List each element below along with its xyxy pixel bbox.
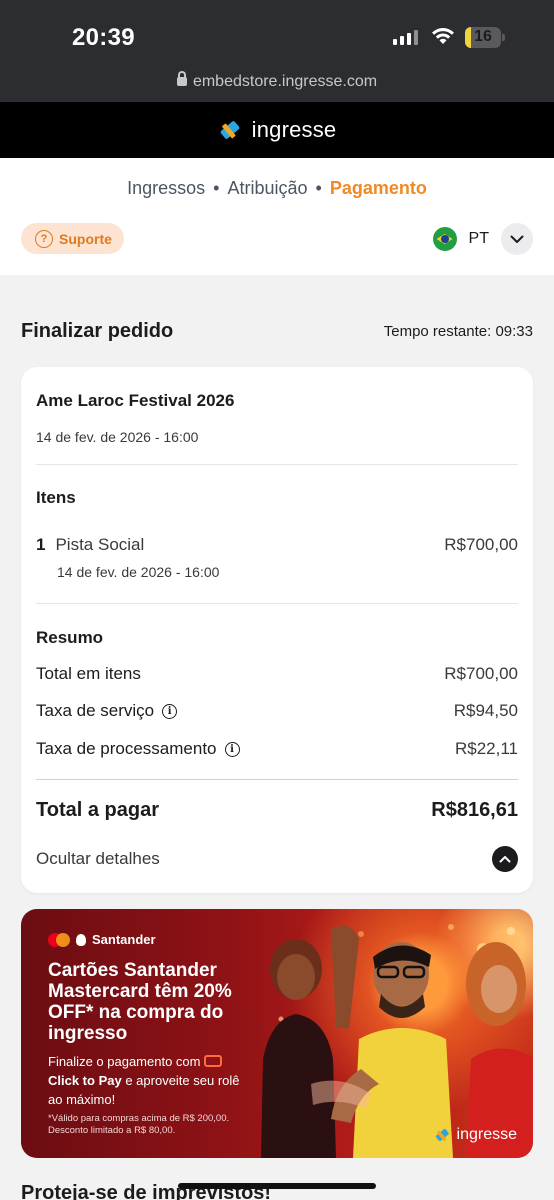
promo-body: Finalize o pagamento com Click to Pay e … bbox=[48, 1052, 248, 1109]
lock-icon bbox=[176, 71, 187, 86]
processing-fee-label: Taxa de processamento bbox=[36, 739, 217, 758]
step-atribuicao[interactable]: Atribuição bbox=[227, 178, 307, 198]
santander-brand: Santander bbox=[48, 932, 156, 947]
promo-fine-print: *Válido para compras acima de R$ 200,00.… bbox=[48, 1113, 230, 1136]
total-items-value: R$700,00 bbox=[444, 664, 518, 683]
hide-details-link[interactable]: Ocultar detalhes bbox=[36, 849, 160, 869]
event-date: 14 de fev. de 2026 - 16:00 bbox=[36, 429, 199, 445]
promo-headline: Cartões Santander Mastercard têm 20% OFF… bbox=[48, 960, 232, 1044]
summary-row-processing-fee: Taxa de processamento i R$22,11 bbox=[36, 739, 518, 759]
ingresse-watermark: ingresse bbox=[434, 1126, 517, 1144]
url-bar[interactable]: embedstore.ingresse.com bbox=[0, 71, 554, 91]
summary-row-items: Total em itens R$700,00 bbox=[36, 664, 518, 684]
total-items-label: Total em itens bbox=[36, 664, 141, 683]
brazil-flag-icon bbox=[432, 227, 457, 251]
step-separator: • bbox=[213, 178, 220, 198]
brand-name: ingresse bbox=[251, 117, 337, 142]
service-fee-value: R$94,50 bbox=[453, 701, 518, 720]
list-item: 1 Pista Social R$700,00 bbox=[36, 535, 518, 555]
checkout-steps-area: Ingressos • Atribuição • Pagamento ? Suporte… bbox=[0, 158, 554, 275]
item-price: R$700,00 bbox=[444, 535, 518, 554]
info-icon[interactable]: i bbox=[162, 703, 178, 719]
total-label: Total a pagar bbox=[36, 799, 159, 821]
promo-body-prefix: Finalize o pagamento com bbox=[48, 1054, 201, 1069]
service-fee-label: Taxa de serviço bbox=[36, 701, 155, 720]
step-pagamento[interactable]: Pagamento bbox=[330, 178, 427, 198]
item-quantity: 1 bbox=[36, 535, 46, 554]
status-time: 20:39 bbox=[72, 24, 135, 51]
order-header: Finalizar pedido Tempo restante: 09:33 bbox=[21, 320, 533, 343]
chevron-down-icon bbox=[510, 235, 524, 243]
order-summary-card: Ame Laroc Festival 2026 14 de fev. de 20… bbox=[21, 367, 533, 893]
collapse-details-button[interactable] bbox=[492, 846, 518, 872]
items-heading: Itens bbox=[36, 488, 76, 507]
ingresse-logo-icon bbox=[435, 1128, 449, 1142]
divider bbox=[36, 464, 518, 465]
info-icon[interactable]: i bbox=[224, 741, 240, 757]
promo-banner[interactable]: Santander Cartões Santander Mastercard t… bbox=[21, 909, 533, 1158]
brand-header: ingresse bbox=[0, 102, 554, 158]
summary-heading: Resumo bbox=[36, 628, 104, 647]
divider bbox=[36, 779, 518, 780]
divider bbox=[36, 603, 518, 604]
event-name: Ame Laroc Festival 2026 bbox=[36, 391, 235, 410]
ingresse-logo-icon bbox=[220, 121, 239, 139]
total-row: Total a pagar R$816,61 bbox=[36, 799, 518, 822]
home-indicator[interactable] bbox=[178, 1183, 376, 1189]
cellular-signal-icon bbox=[393, 30, 418, 45]
santander-label: Santander bbox=[92, 932, 156, 947]
language-code: PT bbox=[468, 230, 489, 247]
status-and-url-bar: 20:39 16 embedstore.ingresse.com bbox=[0, 0, 554, 102]
item-name: Pista Social bbox=[55, 535, 145, 554]
promo-body-bold: Click to Pay bbox=[48, 1073, 122, 1088]
processing-fee-value: R$22,11 bbox=[454, 739, 518, 758]
support-label: Suporte bbox=[59, 230, 112, 247]
watermark-text: ingresse bbox=[456, 1126, 517, 1143]
toggle-details-row[interactable]: Ocultar detalhes bbox=[36, 846, 518, 872]
help-icon: ? bbox=[35, 229, 53, 248]
step-ingressos[interactable]: Ingressos bbox=[127, 178, 205, 198]
chevron-up-icon bbox=[499, 856, 511, 863]
language-dropdown-button[interactable] bbox=[501, 223, 533, 255]
battery-icon: 16 bbox=[465, 27, 505, 48]
page-title: Finalizar pedido bbox=[21, 320, 174, 342]
url-text: embedstore.ingresse.com bbox=[192, 73, 378, 90]
click-to-pay-icon bbox=[204, 1055, 223, 1067]
battery-level: 16 bbox=[474, 28, 492, 45]
summary-row-service-fee: Taxa de serviço i R$94,50 bbox=[36, 701, 518, 721]
checkout-steps: Ingressos • Atribuição • Pagamento bbox=[0, 178, 554, 199]
promo-photo-illustration bbox=[261, 924, 533, 1158]
total-value: R$816,61 bbox=[431, 799, 518, 821]
wifi-icon bbox=[432, 28, 454, 44]
step-separator: • bbox=[315, 178, 322, 198]
item-date: 14 de fev. de 2026 - 16:00 bbox=[57, 564, 220, 580]
support-button[interactable]: ? Suporte bbox=[21, 223, 124, 254]
remaining-time: Tempo restante: 09:33 bbox=[383, 323, 533, 340]
language-selector[interactable]: PT bbox=[432, 223, 533, 255]
mastercard-logo-icon bbox=[48, 932, 70, 947]
santander-flame-icon bbox=[76, 933, 86, 946]
